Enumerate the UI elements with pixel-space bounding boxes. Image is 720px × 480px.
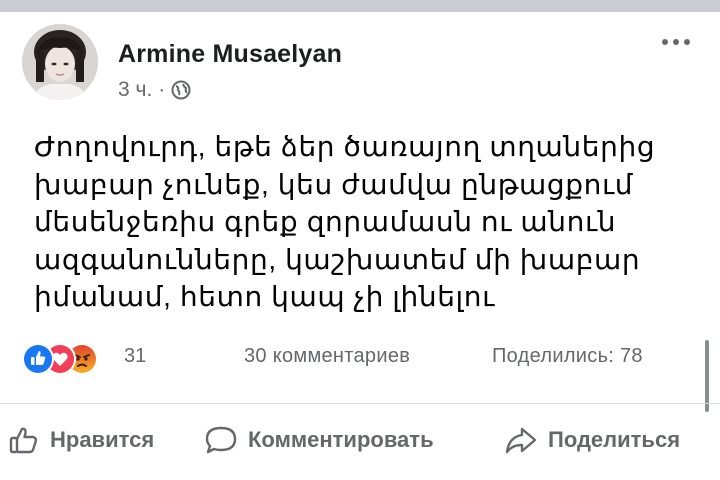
comments-count[interactable]: 30 комментариев <box>244 345 410 368</box>
shares-count[interactable]: Поделились: 78 <box>492 345 643 368</box>
post-time[interactable]: 3 ч. <box>118 78 152 102</box>
share-label: Поделиться <box>548 427 681 452</box>
comment-button[interactable]: Комментировать <box>204 422 434 458</box>
post-text-line: խաբար չունեք, կես ժամվա ընթացքում <box>34 168 634 200</box>
post-card: Armine Musaelyan 3 ч. · Ժողովուրդ, եթե ձ… <box>0 0 720 480</box>
reaction-icons[interactable] <box>22 343 122 375</box>
avatar[interactable] <box>22 24 98 100</box>
post-text-line: ազգանունները, կաշխատեմ մի խաբար <box>34 243 641 275</box>
more-options-icon[interactable] <box>662 34 698 50</box>
comment-icon <box>204 424 238 456</box>
action-bar: Нравится Комментировать Поделиться <box>0 404 720 480</box>
share-icon <box>504 424 538 456</box>
like-icon <box>22 343 54 375</box>
comment-label: Комментировать <box>248 427 434 452</box>
meta-separator: · <box>158 78 166 101</box>
reactions-row: 31 30 комментариев Поделились: 78 <box>22 340 702 376</box>
scrollbar[interactable] <box>705 340 709 412</box>
like-label: Нравится <box>50 427 155 452</box>
post-text-line: իմանամ, հետո կապ չի լինելու <box>34 281 495 312</box>
like-button[interactable]: Нравится <box>8 422 154 458</box>
globe-icon <box>171 80 191 100</box>
post-text-line: Ժողովուրդ, եթե ձեր ծառայող տղաներից <box>34 131 656 162</box>
reactions-count[interactable]: 31 <box>124 345 146 368</box>
post-meta: 3 ч. · <box>118 78 191 102</box>
author-name[interactable]: Armine Musaelyan <box>118 40 342 69</box>
share-button[interactable]: Поделиться <box>504 422 680 458</box>
thumbs-up-icon <box>8 424 40 456</box>
post-text: Ժողովուրդ, եթե ձեր ծառայող տղաներից խաբա… <box>34 128 694 316</box>
post-text-line: մեսենջեռիս գրեք զորամասն ու անուն <box>34 206 617 237</box>
